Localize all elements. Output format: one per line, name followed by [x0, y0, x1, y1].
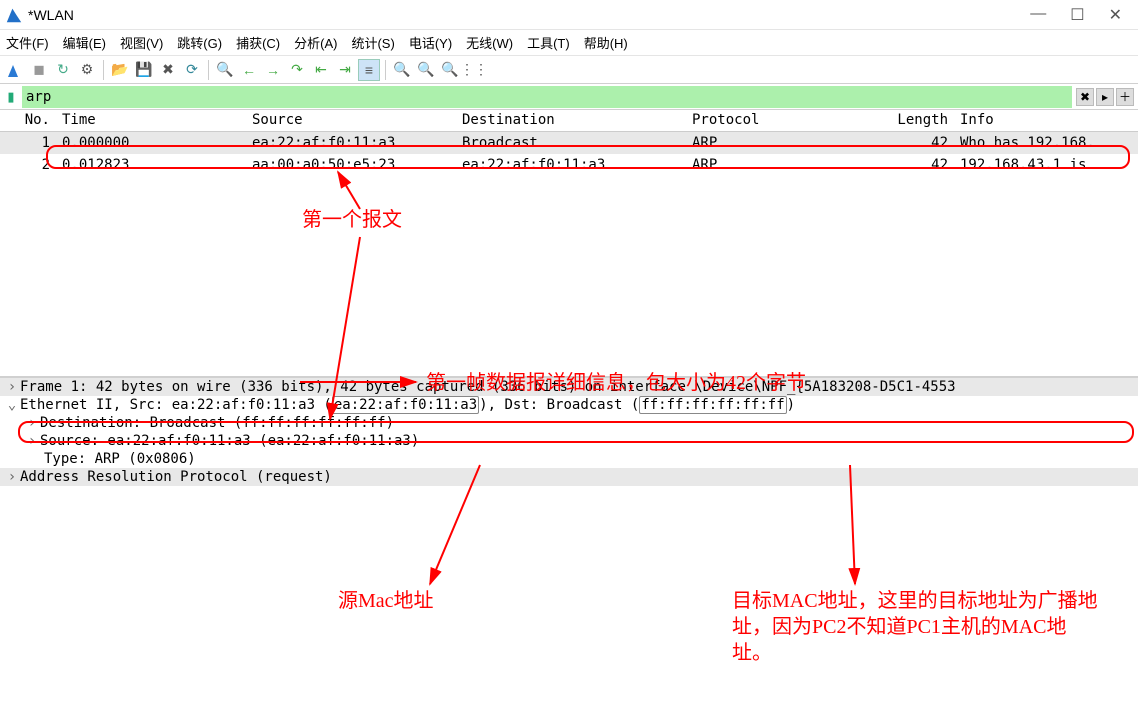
- go-forward-icon[interactable]: →: [262, 59, 284, 81]
- annotation-text-src-mac: 源Mac地址: [338, 588, 434, 614]
- go-to-icon[interactable]: ↷: [286, 59, 308, 81]
- find-icon[interactable]: 🔍: [214, 59, 236, 81]
- menu-edit[interactable]: 编辑(E): [63, 33, 106, 52]
- col-no[interactable]: No.: [0, 110, 56, 131]
- zoom-out-icon[interactable]: 🔍: [415, 59, 437, 81]
- menu-analyze[interactable]: 分析(A): [294, 33, 337, 52]
- filter-input[interactable]: [22, 86, 1072, 108]
- titlebar: *WLAN — ☐ ✕: [0, 0, 1138, 30]
- col-time[interactable]: Time: [56, 110, 246, 131]
- go-first-icon[interactable]: ⇤: [310, 59, 332, 81]
- detail-source[interactable]: ›Source: ea:22:af:f0:11:a3 (ea:22:af:f0:…: [0, 432, 1138, 450]
- menu-file[interactable]: 文件(F): [6, 33, 49, 52]
- menu-view[interactable]: 视图(V): [120, 33, 163, 52]
- detail-type[interactable]: Type: ARP (0x0806): [0, 450, 1138, 468]
- save-file-icon[interactable]: 💾: [133, 59, 155, 81]
- detail-destination[interactable]: ›Destination: Broadcast (ff:ff:ff:ff:ff:…: [0, 414, 1138, 432]
- detail-frame[interactable]: ›Frame 1: 42 bytes on wire (336 bits), 4…: [0, 378, 1138, 396]
- col-destination[interactable]: Destination: [456, 110, 686, 131]
- col-protocol[interactable]: Protocol: [686, 110, 866, 131]
- reload-icon[interactable]: ⟳: [181, 59, 203, 81]
- filter-bar: ▮ ✖ ▸ ＋: [0, 84, 1138, 110]
- menu-telephony[interactable]: 电话(Y): [409, 33, 452, 52]
- menu-stats[interactable]: 统计(S): [351, 33, 394, 52]
- maximize-button[interactable]: ☐: [1070, 5, 1084, 25]
- detail-ethernet[interactable]: ⌄Ethernet II, Src: ea:22:af:f0:11:a3 (ea…: [0, 396, 1138, 414]
- packet-row[interactable]: 2 0.012823 aa:00:a0:50:e5:23 ea:22:af:f0…: [0, 154, 1138, 176]
- menu-go[interactable]: 跳转(G): [177, 33, 222, 52]
- filter-add-icon[interactable]: ＋: [1116, 88, 1134, 106]
- open-file-icon[interactable]: 📂: [109, 59, 131, 81]
- window-title: *WLAN: [28, 7, 1030, 23]
- detail-arp[interactable]: ›Address Resolution Protocol (request): [0, 468, 1138, 486]
- col-info[interactable]: Info: [954, 110, 1138, 131]
- packet-row[interactable]: 1 0.000000 ea:22:af:f0:11:a3 Broadcast A…: [0, 132, 1138, 154]
- packet-list-header: No. Time Source Destination Protocol Len…: [0, 110, 1138, 132]
- toolbar: ◼ ↻ ⚙ 📂 💾 ✖ ⟳ 🔍 ← → ↷ ⇤ ⇥ ≡ 🔍 🔍 🔍 ⋮⋮: [0, 56, 1138, 84]
- restart-capture-icon[interactable]: ↻: [52, 59, 74, 81]
- expand-icon[interactable]: ›: [24, 415, 40, 431]
- zoom-in-icon[interactable]: 🔍: [391, 59, 413, 81]
- dst-mac-highlight: ff:ff:ff:ff:ff:ff: [639, 396, 786, 414]
- menu-help[interactable]: 帮助(H): [584, 33, 628, 52]
- col-source[interactable]: Source: [246, 110, 456, 131]
- close-button[interactable]: ✕: [1109, 5, 1122, 25]
- auto-scroll-icon[interactable]: ≡: [358, 59, 380, 81]
- app-icon: [6, 7, 22, 23]
- stop-capture-icon[interactable]: ◼: [28, 59, 50, 81]
- annotation-text-dst-mac: 目标MAC地址，这里的目标地址为广播地址，因为PC2不知道PC1主机的MAC地址…: [732, 588, 1102, 666]
- packet-list-empty: [0, 176, 1138, 376]
- go-last-icon[interactable]: ⇥: [334, 59, 356, 81]
- expand-icon[interactable]: ›: [4, 379, 20, 395]
- minimize-button[interactable]: —: [1030, 5, 1046, 25]
- packet-details[interactable]: ›Frame 1: 42 bytes on wire (336 bits), 4…: [0, 378, 1138, 486]
- menubar: 文件(F) 编辑(E) 视图(V) 跳转(G) 捕获(C) 分析(A) 统计(S…: [0, 30, 1138, 56]
- filter-apply-icon[interactable]: ▸: [1096, 88, 1114, 106]
- src-mac-highlight: ea:22:af:f0:11:a3: [332, 396, 479, 414]
- filter-clear-icon[interactable]: ✖: [1076, 88, 1094, 106]
- menu-capture[interactable]: 捕获(C): [236, 33, 280, 52]
- go-back-icon[interactable]: ←: [238, 59, 260, 81]
- col-length[interactable]: Length: [866, 110, 954, 131]
- menu-wireless[interactable]: 无线(W): [466, 33, 513, 52]
- packet-list[interactable]: 1 0.000000 ea:22:af:f0:11:a3 Broadcast A…: [0, 132, 1138, 176]
- expand-icon[interactable]: ›: [4, 469, 20, 485]
- zoom-reset-icon[interactable]: 🔍: [439, 59, 461, 81]
- start-capture-icon[interactable]: [4, 59, 26, 81]
- menu-tools[interactable]: 工具(T): [527, 33, 570, 52]
- capture-options-icon[interactable]: ⚙: [76, 59, 98, 81]
- filter-bookmark-icon[interactable]: ▮: [0, 89, 22, 105]
- resize-columns-icon[interactable]: ⋮⋮: [463, 59, 485, 81]
- close-file-icon[interactable]: ✖: [157, 59, 179, 81]
- collapse-icon[interactable]: ⌄: [4, 397, 20, 413]
- expand-icon[interactable]: ›: [24, 433, 40, 449]
